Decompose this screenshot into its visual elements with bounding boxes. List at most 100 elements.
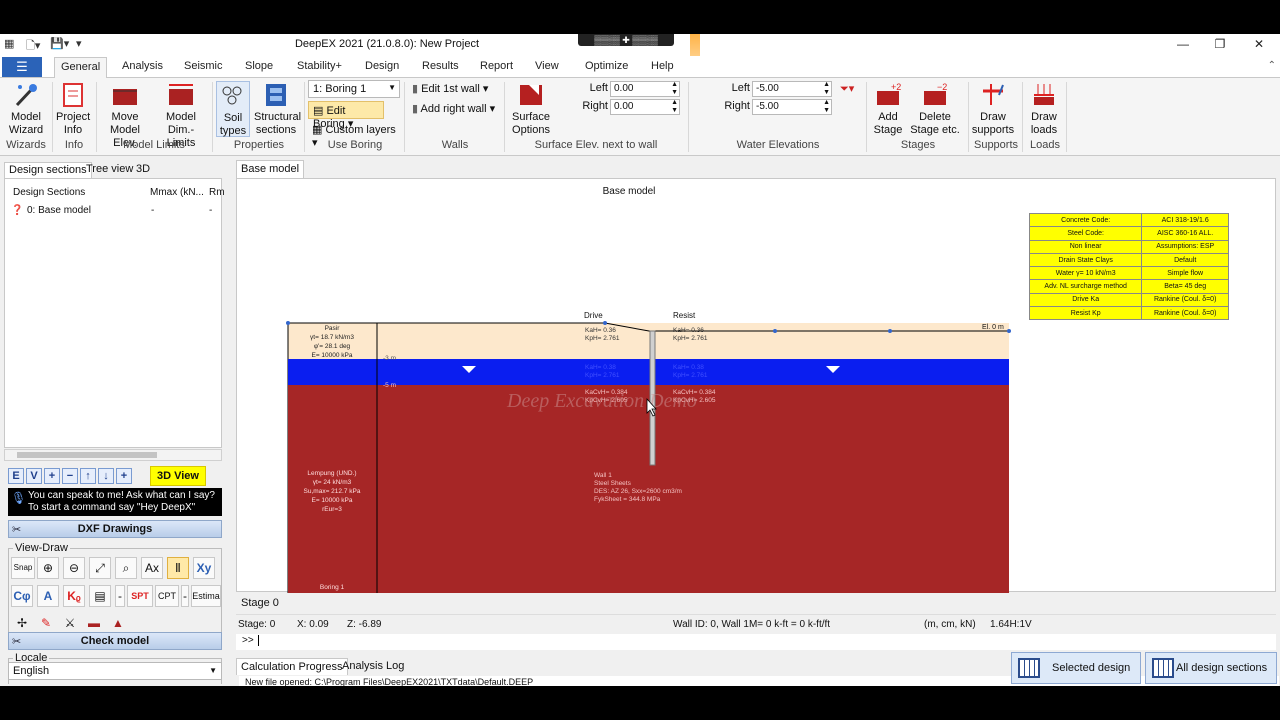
model-wizard-button[interactable]: Model Wizard <box>6 81 46 137</box>
a-tool[interactable]: A <box>37 585 59 607</box>
node-point[interactable] <box>603 321 607 325</box>
node-point[interactable] <box>286 321 290 325</box>
surface-right-input[interactable]: 0.00 ▲ ▼ <box>610 99 680 115</box>
model-canvas[interactable]: Base model Drive Resist El. 0 m Pasir γt… <box>236 178 1276 593</box>
boring-select[interactable]: 1: Boring 1 ▼ <box>308 80 400 98</box>
layers-icon[interactable]: ▤ <box>89 585 111 607</box>
tab-slope[interactable]: Slope <box>245 60 273 72</box>
dxf-drawings-button[interactable]: ✂ DXF Drawings <box>8 520 222 538</box>
table-row[interactable]: Adv. NL surcharge method Beta= 45 deg <box>1028 279 1229 294</box>
delete-stage-button[interactable]: −2 Delete Stage etc. <box>908 81 962 137</box>
command-line[interactable]: >> <box>236 634 1276 650</box>
column-header-rm[interactable]: Rm <box>209 187 225 198</box>
draw-loads-button[interactable]: Draw loads <box>1026 81 1062 137</box>
nav-button-v[interactable]: V <box>26 468 42 484</box>
tab-view[interactable]: View <box>535 60 559 72</box>
nav-button-remove[interactable]: − <box>62 468 78 484</box>
maximize-button[interactable]: ❐ <box>1210 37 1230 51</box>
node-point[interactable] <box>773 329 777 333</box>
application-menu-button[interactable]: ☰ <box>2 57 42 77</box>
cpt-tool[interactable]: CPT <box>155 585 179 607</box>
surface-options-label: Surface Options <box>512 111 550 136</box>
xy-tool[interactable]: Xy <box>193 557 215 579</box>
tab-stage-0[interactable]: Stage 0 <box>241 597 279 609</box>
surface-options-button[interactable]: Surface Options <box>508 81 554 137</box>
all-design-sections-button[interactable]: All design sections <box>1145 652 1277 684</box>
add-right-wall-button[interactable]: ▮ Add right wall ▾ <box>408 100 500 118</box>
analysis-settings-table[interactable]: Concrete Code: ACI 318-19/1.6 Steel Code: A… <box>1028 212 1229 321</box>
edit-1st-wall-button[interactable]: ▮ Edit 1st wall ▾ <box>408 80 500 98</box>
remote-session-indicator[interactable]: ▒▒▒▒ ✚ ▒▒▒▒ <box>578 34 674 46</box>
tab-general[interactable]: General <box>54 57 108 79</box>
selected-design-button[interactable]: Selected design <box>1011 652 1141 684</box>
spinner-icon: ▲ ▼ <box>823 99 830 114</box>
check-model-button[interactable]: ✂ Check model <box>8 632 222 650</box>
draw-supports-button[interactable]: Draw supports <box>970 81 1016 137</box>
kp-tool[interactable]: Kᵨ <box>63 585 85 607</box>
water-layer[interactable] <box>288 359 1009 385</box>
table-row[interactable]: Non linear Assumptions: ESP <box>1028 239 1229 254</box>
tab-analysis[interactable]: Analysis <box>122 60 163 72</box>
add-stage-button[interactable]: +2 Add Stage <box>872 81 904 137</box>
nav-button-add[interactable]: + <box>44 468 60 484</box>
custom-layers-button[interactable]: ▦ Custom layers ▾ <box>308 121 400 149</box>
column-header-mmax[interactable]: Mmax (kN... <box>150 187 204 198</box>
zoom-extents-icon[interactable]: ⤢ <box>89 557 111 579</box>
c-phi-tool[interactable]: Cφ <box>11 585 33 607</box>
spt-tool[interactable]: SPT <box>127 585 153 607</box>
tab-results[interactable]: Results <box>422 60 459 72</box>
close-button[interactable]: ✕ <box>1249 37 1269 51</box>
tab-tree-view[interactable]: Tree view <box>82 162 137 176</box>
table-row[interactable]: Steel Code: AISC 360-16 ALL. <box>1028 226 1229 241</box>
tab-base-model[interactable]: Base model <box>236 160 305 178</box>
soil-types-button[interactable]: Soil types <box>216 81 250 137</box>
tab-report[interactable]: Report <box>480 60 513 72</box>
custom-layers-icon: ▦ <box>312 124 326 136</box>
water-left-input[interactable]: -5.00 ▲ ▼ <box>752 81 832 97</box>
nav-button-down[interactable]: ↓ <box>98 468 114 484</box>
table-row[interactable]: Concrete Code: ACI 318-19/1.6 <box>1028 212 1229 228</box>
locale-select[interactable]: English ▼ <box>8 662 222 680</box>
ribbon-collapse-icon[interactable]: ⌃ <box>1268 60 1276 71</box>
table-row[interactable]: Water γ= 10 kN/m3 Simple flow <box>1028 266 1229 281</box>
node-point[interactable] <box>888 329 892 333</box>
snap-tool[interactable]: Snap <box>11 557 35 579</box>
table-row[interactable]: Resist Kp Rankine (Coul. δ=0) <box>1028 306 1229 321</box>
column-header-design-sections[interactable]: Design Sections <box>13 187 85 198</box>
tab-seismic[interactable]: Seismic <box>184 60 223 72</box>
estimate-tool[interactable]: Estima <box>191 585 221 607</box>
axes-tool[interactable]: Ax <box>141 557 163 579</box>
nav-button-e[interactable]: E <box>8 468 24 484</box>
drive-kah-1: KaH= 0.36 <box>585 327 616 334</box>
surface-left-input[interactable]: 0.00 ▲ ▼ <box>610 81 680 97</box>
tab-design-sections[interactable]: Design sections <box>4 162 92 178</box>
minimize-button[interactable]: — <box>1173 37 1193 51</box>
water-level-icon[interactable]: ⏷▾ <box>840 82 854 96</box>
tab-3d[interactable]: 3D <box>132 162 154 176</box>
scrollbar-thumb[interactable] <box>17 452 157 458</box>
structural-sections-button[interactable]: Structural sections <box>254 81 301 137</box>
zoom-window-icon[interactable]: ⌕ <box>115 557 137 579</box>
water-right-input[interactable]: -5.00 ▲ ▼ <box>752 99 832 115</box>
spinner-icon: ▲ ▼ <box>671 81 678 96</box>
tab-stability[interactable]: Stability+ <box>297 60 342 72</box>
zoom-out-icon[interactable]: ⊖ <box>63 557 85 579</box>
nav-button-plus[interactable]: + <box>116 468 132 484</box>
table-row[interactable]: Drain State Clays Default <box>1028 252 1229 268</box>
wall-view-tool[interactable]: Ⅱ <box>167 557 189 579</box>
edit-boring-button[interactable]: ▤ Edit Boring ▾ <box>308 101 384 130</box>
3d-view-button[interactable]: 3D View <box>150 466 206 486</box>
tab-design[interactable]: Design <box>365 60 399 72</box>
add-stage-label: Add Stage <box>873 111 903 136</box>
table-row[interactable]: Drive Ka Rankine (Coul. δ=0) <box>1028 292 1229 308</box>
tab-help[interactable]: Help <box>651 60 674 72</box>
node-point[interactable] <box>1007 329 1011 333</box>
tab-calculation-progress[interactable]: Calculation Progress <box>236 658 348 675</box>
tab-optimize[interactable]: Optimize <box>585 60 628 72</box>
tab-analysis-log[interactable]: Analysis Log <box>338 658 408 674</box>
nav-button-up[interactable]: ↑ <box>80 468 96 484</box>
horizontal-scrollbar[interactable] <box>4 449 222 461</box>
zoom-in-icon[interactable]: ⊕ <box>37 557 59 579</box>
project-info-button[interactable]: Project Info <box>56 81 90 137</box>
voice-assistant-hint[interactable]: 🎙 You can speak to me! Ask what can I sa… <box>8 488 222 516</box>
